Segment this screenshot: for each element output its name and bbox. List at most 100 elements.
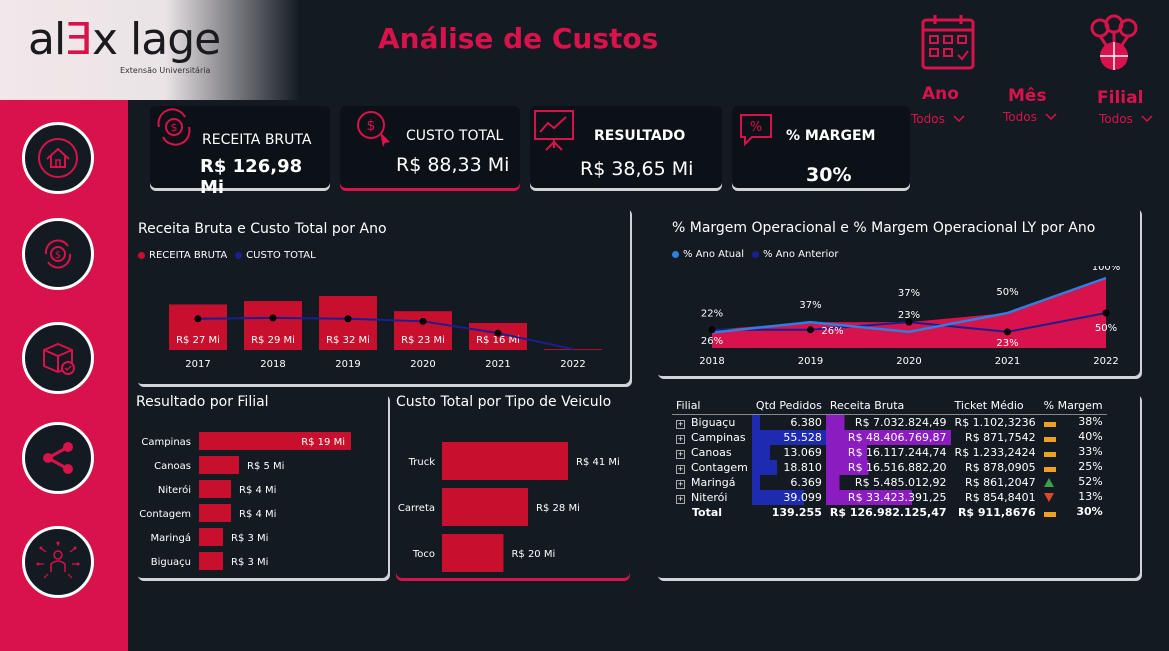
y-tick-label: Niterói [158, 484, 191, 496]
horizontal-bar-chart: Campinas R$ 19 Mi Canoas R$ 5 Mi Niterói R$ 4… [139, 432, 351, 570]
expand-icon[interactable]: + [676, 480, 685, 489]
table-row[interactable]: + Niterói 39.099 R$ 33.423.391,25 R$ 854,840… [672, 490, 1107, 505]
y-tick-label: Maringá [151, 532, 191, 544]
filter-filial-dropdown[interactable]: Todos [1099, 112, 1153, 126]
filial-cell[interactable]: + Maringá [672, 475, 752, 490]
legend-label: % Ano Anterior [763, 249, 839, 260]
legend-dot [752, 251, 759, 258]
col-filial[interactable]: Filial [672, 396, 752, 415]
horizontal-bar-chart: Truck R$ 41 Mi Carreta R$ 28 Mi Toco R$ 20 Mi [398, 442, 620, 572]
table-row[interactable]: + Canoas 13.069 R$ 16.117.244,74 R$ 1.233,24… [672, 445, 1107, 460]
total-ticket: R$ 911,8676 [957, 506, 1036, 519]
col-margem[interactable]: % Margem [1039, 396, 1107, 415]
filial-cell[interactable]: + Canoas [672, 445, 752, 460]
branch-globe-icon [1090, 14, 1138, 70]
calendar-icon [921, 15, 975, 70]
matrix-header: Filial Qtd Pedidos Receita Bruta Ticket … [672, 396, 1107, 415]
point-custo [494, 329, 502, 337]
expand-icon[interactable]: + [676, 495, 685, 504]
receita-cell: R$ 16.117.244,74 [825, 445, 951, 460]
kpi-receita-value: R$ 126,98 Mi [200, 156, 303, 198]
person-network-icon [36, 541, 80, 579]
filial-name: Biguaçu [691, 416, 736, 429]
nav-people-button[interactable] [22, 526, 94, 598]
ticket-cell: R$ 861,2047 [965, 476, 1036, 489]
kpi-custo-label: CUSTO TOTAL [406, 128, 504, 144]
bar-data-label: R$ 4 Mi [239, 485, 276, 496]
qtd-cell: 13.069 [751, 445, 826, 460]
bar-data-label: R$ 23 Mi [401, 335, 445, 346]
total-qtd: 139.255 [771, 506, 822, 519]
kpi-receita-label: RECEITA BRUTA [202, 132, 312, 148]
nav-share-button[interactable] [22, 422, 94, 494]
neutral-indicator-icon [1043, 422, 1056, 427]
filter-mes-dropdown[interactable]: Todos [1003, 110, 1057, 124]
col-qtd[interactable]: Qtd Pedidos [751, 396, 826, 415]
receita-cell: R$ 48.406.769,87 [825, 430, 951, 445]
filial-cell[interactable]: + Biguaçu [672, 415, 752, 431]
filial-cell[interactable]: + Campinas [672, 430, 752, 445]
receita-cell: R$ 7.032.824,49 [825, 414, 951, 430]
data-label-ano-anterior: 26% [701, 336, 723, 347]
svg-text:%: % [750, 120, 762, 135]
nav-home-button[interactable] [22, 122, 94, 194]
data-label-ano-anterior: 26% [821, 326, 843, 337]
y-tick-label: Canoas [154, 461, 191, 472]
chart-title: % Margem Operacional e % Margem Operacio… [672, 220, 1096, 236]
filter-ano-dropdown[interactable]: Todos [911, 112, 965, 126]
kpi-resultado-value: R$ 38,65 Mi [580, 158, 694, 180]
logo: alƎx lage [28, 14, 221, 65]
kpi-resultado: RESULTADO R$ 38,65 Mi [530, 106, 722, 188]
margem-cell: 33% [1040, 445, 1107, 460]
bar-custo-veiculo [442, 488, 529, 526]
receita-cell: R$ 5.485.012,92 [825, 475, 951, 490]
point-custo [419, 317, 427, 325]
trend-down-icon [1043, 493, 1054, 502]
neutral-indicator-icon [1043, 512, 1056, 517]
x-tick-label: 2021 [485, 359, 510, 370]
kpi-custo-value: R$ 88,33 Mi [396, 154, 510, 176]
kpi-margem: % % MARGEM 30% [732, 106, 910, 188]
filial-name: Contagem [691, 461, 748, 474]
filial-cell[interactable]: + Niterói [672, 490, 752, 505]
bar-data-label: R$ 20 Mi [511, 549, 555, 560]
filial-name: Campinas [691, 431, 746, 444]
filial-name: Maringá [691, 476, 736, 489]
nav-logistics-button[interactable] [22, 322, 94, 394]
point-ano-anterior [1102, 309, 1110, 317]
point-ano-anterior [708, 326, 716, 334]
x-tick-label: 2021 [995, 356, 1020, 367]
filial-cell[interactable]: + Contagem [672, 460, 752, 475]
filial-name: Niterói [691, 491, 728, 504]
expand-icon[interactable]: + [676, 450, 685, 459]
col-ticket[interactable]: Ticket Médio [950, 396, 1040, 415]
nav-finance-button[interactable]: $ [22, 218, 94, 290]
expand-icon[interactable]: + [676, 435, 685, 444]
chart-legend: % Ano Atual % Ano Anterior [672, 249, 839, 260]
data-label-ano-atual: 100% [1092, 266, 1121, 273]
expand-icon[interactable]: + [676, 465, 685, 474]
expand-icon[interactable]: + [676, 420, 685, 429]
home-icon [38, 138, 78, 178]
col-receita[interactable]: Receita Bruta [825, 396, 951, 415]
x-tick-label: 2019 [798, 356, 823, 367]
data-label-ano-atual: 22% [701, 309, 723, 320]
bar-receita [544, 349, 602, 350]
bar-data-label: R$ 41 Mi [576, 457, 620, 468]
bar-data-label: R$ 32 Mi [326, 335, 370, 346]
x-tick-label: 2019 [335, 359, 360, 370]
total-receita: R$ 126.982.125,47 [829, 506, 947, 519]
qtd-cell: 55.528 [751, 430, 826, 445]
bar-resultado [199, 456, 239, 474]
x-tick-label: 2022 [560, 359, 585, 370]
filter-ano-label: Ano [922, 84, 959, 104]
table-row[interactable]: + Contagem 18.810 R$ 16.516.882,20 R$ 878,09… [672, 460, 1107, 475]
kpi-margem-label: % MARGEM [786, 128, 876, 144]
margem-cell: 52% [1040, 475, 1107, 490]
chart-title: Receita Bruta e Custo Total por Ano [138, 221, 387, 237]
point-ano-anterior [1004, 328, 1011, 336]
filial-name: Canoas [691, 446, 732, 459]
table-row[interactable]: + Campinas 55.528 R$ 48.406.769,87 R$ 871,75… [672, 430, 1107, 445]
table-row[interactable]: + Biguaçu 6.380 R$ 7.032.824,49 R$ 1.102,323… [672, 414, 1107, 431]
table-row[interactable]: + Maringá 6.369 R$ 5.485.012,92 R$ 861,2047 5… [672, 475, 1107, 490]
